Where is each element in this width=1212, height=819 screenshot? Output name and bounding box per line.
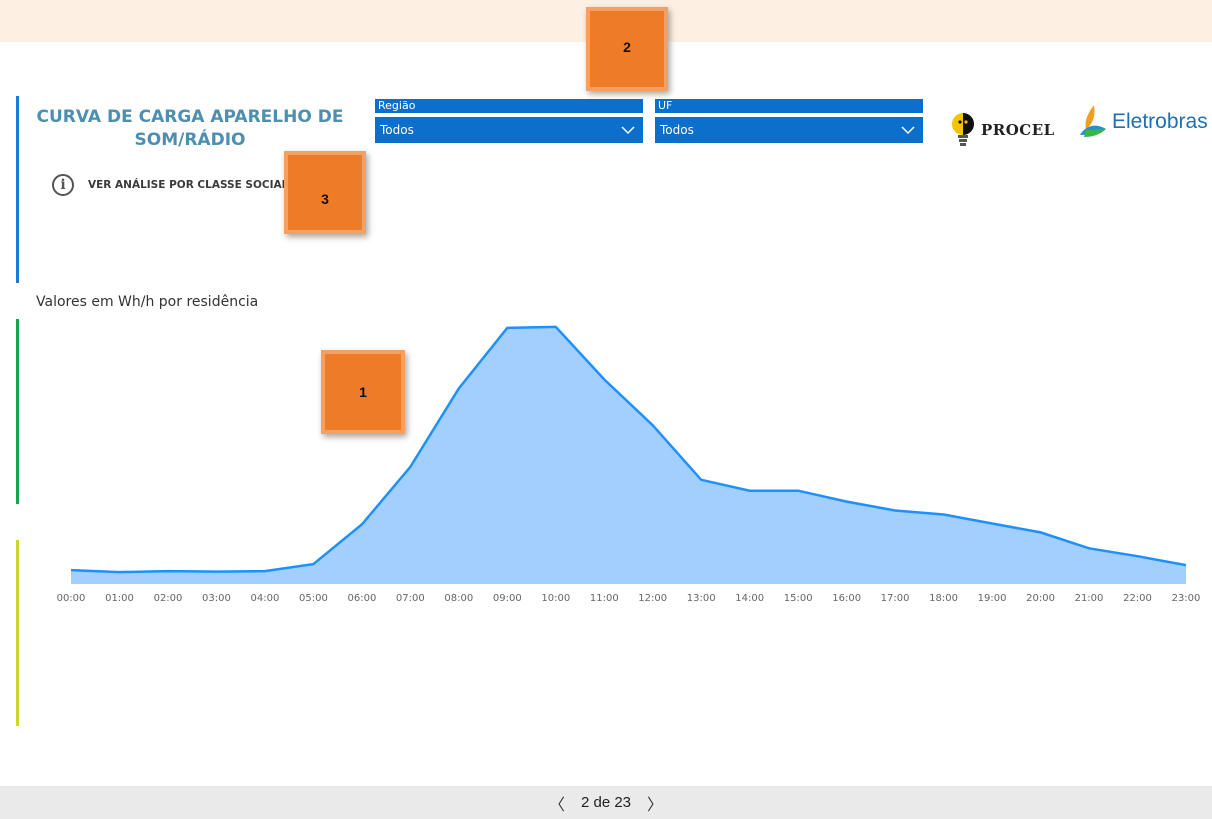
x-tick-label: 12:00 xyxy=(638,593,667,604)
x-tick-label: 23:00 xyxy=(1172,593,1201,604)
x-tick-label: 14:00 xyxy=(735,593,764,604)
x-tick-label: 21:00 xyxy=(1075,593,1104,604)
callout-marker-2: 2 xyxy=(586,7,668,91)
callout-marker-1: 1 xyxy=(321,350,405,434)
x-tick-label: 15:00 xyxy=(784,593,813,604)
x-tick-label: 03:00 xyxy=(202,593,231,604)
x-tick-label: 01:00 xyxy=(105,593,134,604)
x-tick-label: 06:00 xyxy=(347,593,376,604)
x-tick-label: 11:00 xyxy=(590,593,619,604)
page-indicator: 2 de 23 xyxy=(580,794,632,811)
x-tick-label: 22:00 xyxy=(1123,593,1152,604)
x-tick-label: 17:00 xyxy=(881,593,910,604)
x-tick-label: 07:00 xyxy=(396,593,425,604)
x-tick-label: 08:00 xyxy=(444,593,473,604)
callout-marker-3: 3 xyxy=(284,151,366,234)
x-tick-label: 00:00 xyxy=(57,593,86,604)
previous-page-button[interactable]: 〈 xyxy=(537,791,577,815)
x-tick-label: 04:00 xyxy=(250,593,279,604)
page-navigator: 〈 2 de 23 〉 xyxy=(0,786,1212,819)
load-curve-chart: 00:00 01:00 02:00 03:00 04:00 05:00 06:00 07:00… xyxy=(57,325,1201,604)
report-page: CURVA DE CARGA APARELHO DE SOM/RÁDIO i V… xyxy=(0,0,1212,819)
x-tick-label: 20:00 xyxy=(1026,593,1055,604)
x-tick-label: 10:00 xyxy=(541,593,570,604)
x-tick-label: 05:00 xyxy=(299,593,328,604)
x-tick-label: 16:00 xyxy=(832,593,861,604)
x-tick-label: 02:00 xyxy=(154,593,183,604)
load-area xyxy=(71,326,1186,584)
x-tick-label: 09:00 xyxy=(493,593,522,604)
x-tick-label: 18:00 xyxy=(929,593,958,604)
x-tick-label: 13:00 xyxy=(687,593,716,604)
next-page-button[interactable]: 〉 xyxy=(635,791,675,815)
x-tick-label: 19:00 xyxy=(978,593,1007,604)
